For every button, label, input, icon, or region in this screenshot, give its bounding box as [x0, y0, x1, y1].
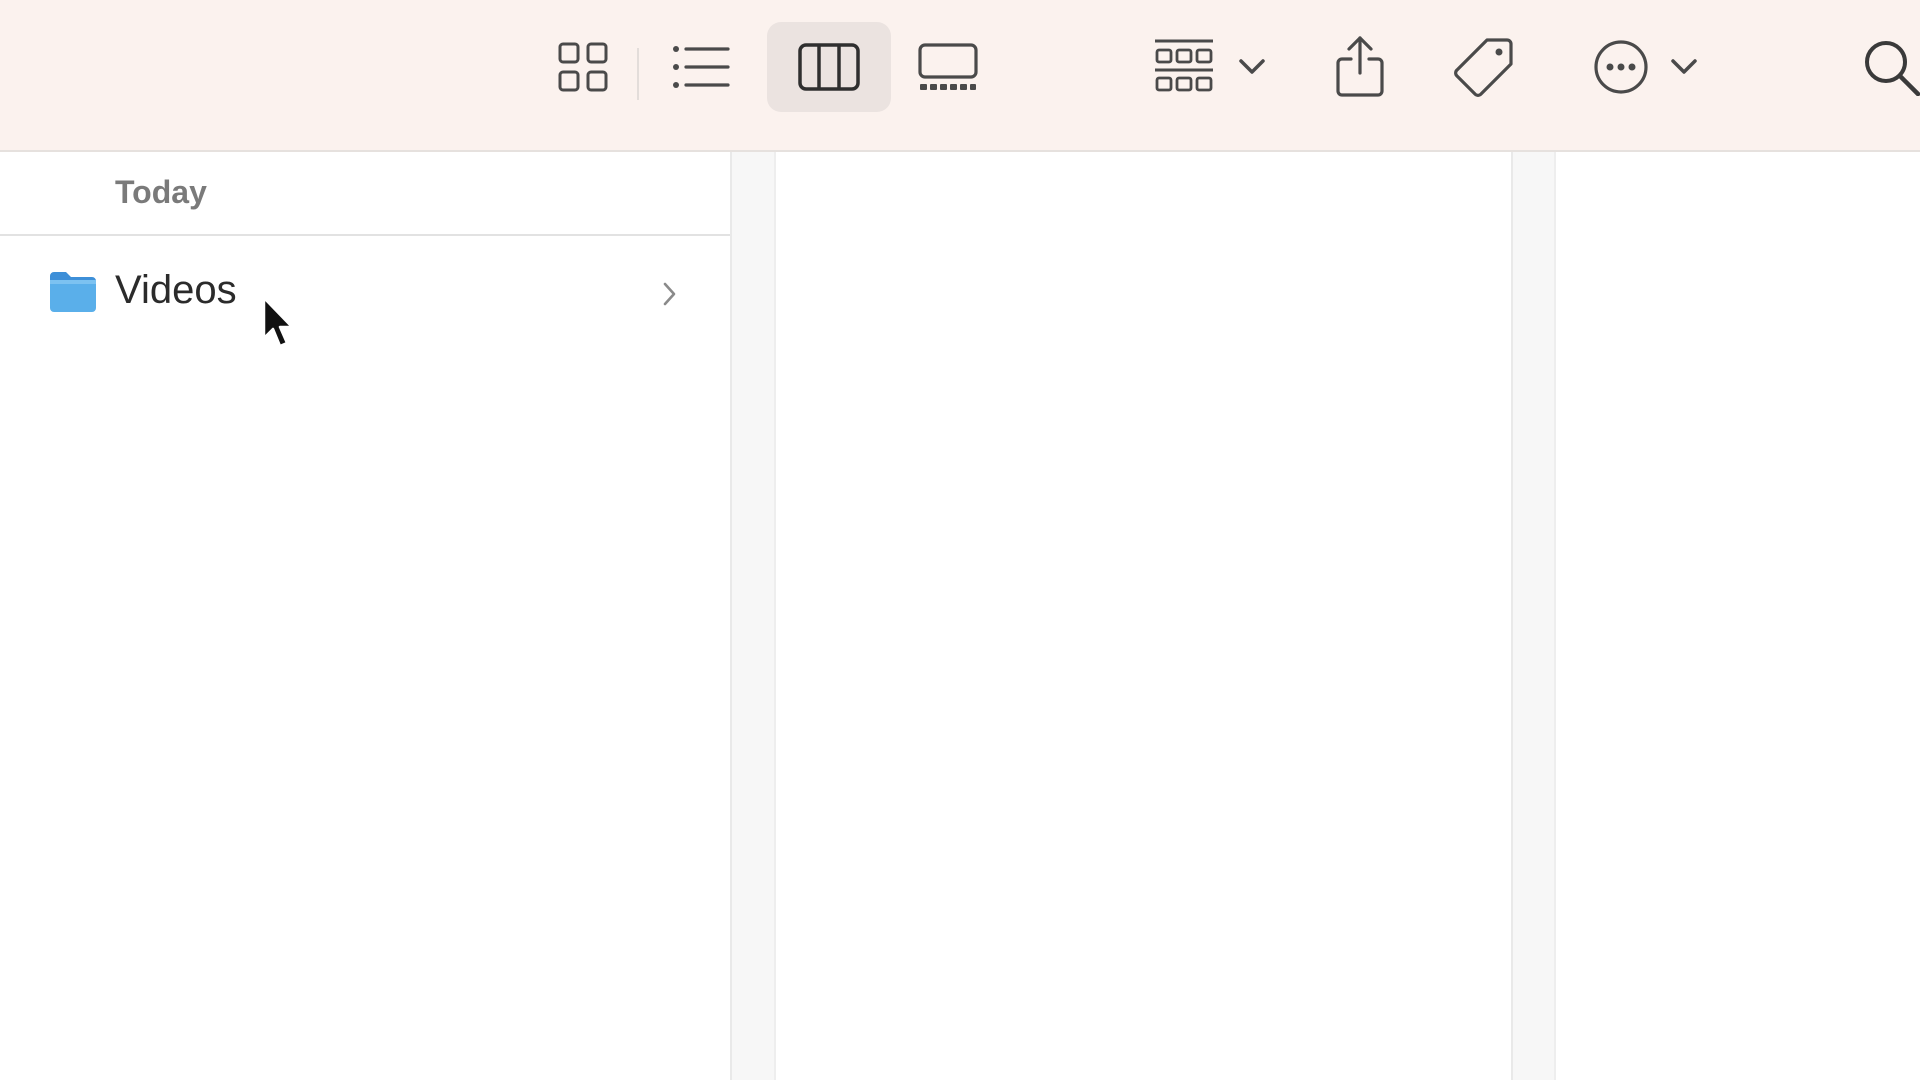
gallery-icon	[918, 43, 978, 90]
column-divider[interactable]	[1511, 152, 1556, 1080]
toolbar-separator	[637, 48, 639, 100]
toolbar	[0, 0, 1920, 152]
list-icon	[673, 46, 730, 88]
columns-icon	[798, 43, 860, 91]
chevron-down-icon	[1671, 59, 1697, 74]
folder-icon	[50, 272, 96, 312]
list-view-button[interactable]	[664, 22, 740, 112]
more-actions-button[interactable]	[1588, 22, 1704, 112]
browser-column-2	[776, 152, 1511, 1080]
section-title: Today	[115, 174, 207, 210]
item-label: Videos	[115, 268, 237, 312]
group-grid-icon	[1155, 39, 1213, 92]
browser-column-3	[1556, 152, 1920, 1080]
group-by-button[interactable]	[1150, 22, 1270, 112]
chevron-down-icon	[1239, 59, 1265, 74]
grid-icon	[558, 42, 608, 92]
gallery-view-button[interactable]	[912, 22, 984, 112]
browser-column-1: Today Videos	[0, 152, 730, 1080]
share-icon	[1336, 36, 1384, 97]
chevron-right-icon	[663, 282, 676, 306]
share-button[interactable]	[1330, 22, 1390, 112]
list-item-videos[interactable]: Videos	[0, 252, 730, 336]
column-view-button[interactable]	[767, 22, 891, 112]
tag-button[interactable]	[1452, 22, 1516, 112]
search-button[interactable]	[1862, 22, 1920, 112]
section-header: Today	[0, 152, 730, 236]
mouse-pointer-icon	[262, 296, 294, 348]
tag-icon	[1454, 38, 1513, 97]
column-divider[interactable]	[730, 152, 776, 1080]
icon-view-button[interactable]	[548, 22, 618, 112]
search-icon	[1865, 41, 1920, 96]
ellipsis-circle-icon	[1594, 40, 1648, 94]
